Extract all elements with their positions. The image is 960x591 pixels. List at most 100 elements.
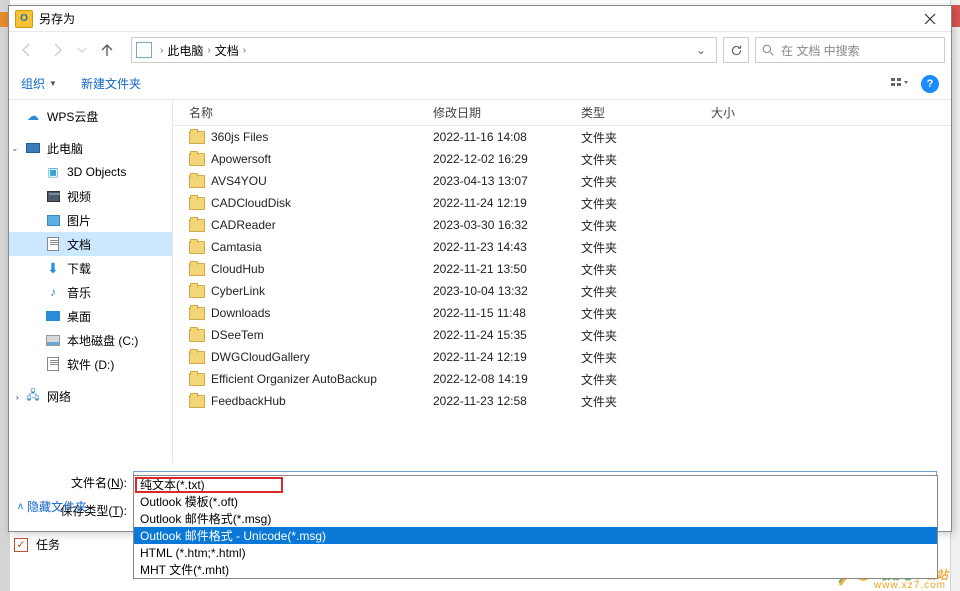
folder-icon	[189, 263, 205, 276]
file-row[interactable]: Efficient Organizer AutoBackup2022-12-08…	[173, 368, 951, 390]
arrow-up-icon	[99, 42, 115, 58]
pc-icon	[136, 42, 152, 58]
sidebar-item-3d[interactable]: ▣3D Objects	[9, 160, 172, 184]
file-type: 文件夹	[581, 195, 711, 212]
sidebar-item-network[interactable]: ⌄🖧网络	[9, 384, 172, 408]
organize-button[interactable]: 组织 ▼	[21, 75, 57, 92]
file-row[interactable]: FeedbackHub2022-11-23 12:58文件夹	[173, 390, 951, 412]
folder-icon	[189, 153, 205, 166]
checkbox-icon[interactable]: ✓	[14, 538, 28, 552]
file-name: Apowersoft	[211, 152, 271, 166]
dropdown-option[interactable]: Outlook 邮件格式(*.msg)	[134, 510, 937, 527]
dropdown-option[interactable]: HTML (*.htm;*.html)	[134, 544, 937, 561]
folder-icon	[189, 175, 205, 188]
sidebar-item-downloads[interactable]: ⬇下载	[9, 256, 172, 280]
sidebar-item-thispc[interactable]: ⌄此电脑	[9, 136, 172, 160]
file-row[interactable]: DWGCloudGallery2022-11-24 12:19文件夹	[173, 346, 951, 368]
sidebar-item-desktop[interactable]: 桌面	[9, 304, 172, 328]
collapse-icon[interactable]: ⌄	[11, 143, 21, 154]
file-row[interactable]: AVS4YOU 2023-04-13 13:07文件夹	[173, 170, 951, 192]
breadcrumb-dropdown[interactable]: ⌄	[690, 43, 712, 57]
file-row[interactable]: CADCloudDisk2022-11-24 12:19文件夹	[173, 192, 951, 214]
new-folder-button[interactable]: 新建文件夹	[81, 75, 141, 92]
file-type: 文件夹	[581, 239, 711, 256]
chevron-up-icon: ʌ	[18, 501, 23, 512]
file-date: 2023-03-30 16:32	[433, 218, 581, 232]
hide-folders-button[interactable]: ʌ 隐藏文件夹	[18, 498, 87, 515]
col-date[interactable]: 修改日期	[433, 104, 581, 121]
nav-back-button[interactable]	[15, 38, 39, 62]
chevron-right-icon: ›	[160, 45, 163, 56]
sidebar-item-diskc[interactable]: 本地磁盘 (C:)	[9, 328, 172, 352]
file-date: 2023-04-13 13:07	[433, 174, 581, 188]
refresh-button[interactable]	[723, 37, 749, 63]
help-button[interactable]: ?	[921, 75, 939, 93]
breadcrumb-root[interactable]: 此电脑	[167, 42, 203, 59]
dropdown-option[interactable]: 纯文本(*.txt)	[134, 476, 937, 493]
file-type: 文件夹	[581, 261, 711, 278]
file-type: 文件夹	[581, 151, 711, 168]
sidebar: ☁WPS云盘 ⌄此电脑 ▣3D Objects 视频 图片 文档 ⬇下载 ♪音乐…	[9, 100, 173, 463]
expand-icon[interactable]: ⌄	[11, 391, 22, 401]
file-name: FeedbackHub	[211, 394, 286, 408]
col-name[interactable]: 名称	[173, 104, 433, 121]
breadcrumb-folder[interactable]: 文档	[215, 42, 239, 59]
sidebar-item-diskd[interactable]: 软件 (D:)	[9, 352, 172, 376]
file-name: AVS4YOU	[211, 174, 267, 188]
save-as-dialog: O 另存为 › 此电脑 › 文档 › ⌄	[8, 5, 952, 532]
close-icon	[924, 13, 936, 25]
folder-icon	[189, 395, 205, 408]
task-item[interactable]: ✓ 任务	[14, 536, 60, 553]
nav-forward-button[interactable]	[45, 38, 69, 62]
file-row[interactable]: CyberLink2023-10-04 13:32文件夹	[173, 280, 951, 302]
chevron-right-icon: ›	[207, 45, 210, 56]
file-row[interactable]: Camtasia2022-11-23 14:43文件夹	[173, 236, 951, 258]
view-list-icon	[890, 77, 908, 91]
disk-icon	[45, 356, 61, 372]
search-placeholder: 在 文档 中搜索	[781, 42, 860, 59]
outlook-icon: O	[15, 10, 33, 28]
sidebar-item-music[interactable]: ♪音乐	[9, 280, 172, 304]
file-name: Downloads	[211, 306, 270, 320]
col-type[interactable]: 类型	[581, 104, 711, 121]
bg-orange-accent	[0, 12, 8, 27]
file-row[interactable]: Downloads2022-11-15 11:48文件夹	[173, 302, 951, 324]
task-label: 任务	[36, 536, 60, 553]
search-input[interactable]: 在 文档 中搜索	[755, 37, 945, 63]
desktop-icon	[45, 308, 61, 324]
folder-icon	[189, 131, 205, 144]
file-row[interactable]: CloudHub2022-11-21 13:50文件夹	[173, 258, 951, 280]
refresh-icon	[730, 44, 743, 57]
sidebar-item-docs[interactable]: 文档	[9, 232, 172, 256]
breadcrumb[interactable]: › 此电脑 › 文档 › ⌄	[131, 37, 717, 63]
nav-history-button[interactable]	[75, 38, 89, 62]
sidebar-item-wps[interactable]: ☁WPS云盘	[9, 104, 172, 128]
close-button[interactable]	[909, 6, 951, 32]
file-name: 360js Files	[211, 130, 268, 144]
sidebar-item-video[interactable]: 视频	[9, 184, 172, 208]
file-name: DSeeTem	[211, 328, 264, 342]
folder-icon	[189, 307, 205, 320]
file-type: 文件夹	[581, 393, 711, 410]
nav-up-button[interactable]	[95, 38, 119, 62]
file-row[interactable]: Apowersoft 2022-12-02 16:29文件夹	[173, 148, 951, 170]
arrow-right-icon	[49, 42, 65, 58]
dropdown-option-selected[interactable]: Outlook 邮件格式 - Unicode(*.msg)	[134, 527, 937, 544]
col-size[interactable]: 大小	[711, 104, 791, 121]
file-name: Camtasia	[211, 240, 262, 254]
titlebar: O 另存为	[9, 6, 951, 32]
window-title: 另存为	[39, 10, 909, 27]
file-type: 文件夹	[581, 305, 711, 322]
file-date: 2022-12-02 16:29	[433, 152, 581, 166]
file-row[interactable]: CADReader2023-03-30 16:32文件夹	[173, 214, 951, 236]
view-options-button[interactable]	[885, 73, 913, 95]
folder-icon	[189, 219, 205, 232]
file-list: 名称 修改日期 类型 大小 360js Files2022-11-16 14:0…	[173, 100, 951, 463]
file-row[interactable]: DSeeTem2022-11-24 15:35文件夹	[173, 324, 951, 346]
pc-icon	[25, 140, 41, 156]
dropdown-option[interactable]: Outlook 模板(*.oft)	[134, 493, 937, 510]
sidebar-item-pictures[interactable]: 图片	[9, 208, 172, 232]
file-type: 文件夹	[581, 173, 711, 190]
dropdown-option[interactable]: MHT 文件(*.mht)	[134, 561, 937, 578]
file-row[interactable]: 360js Files2022-11-16 14:08文件夹	[173, 126, 951, 148]
